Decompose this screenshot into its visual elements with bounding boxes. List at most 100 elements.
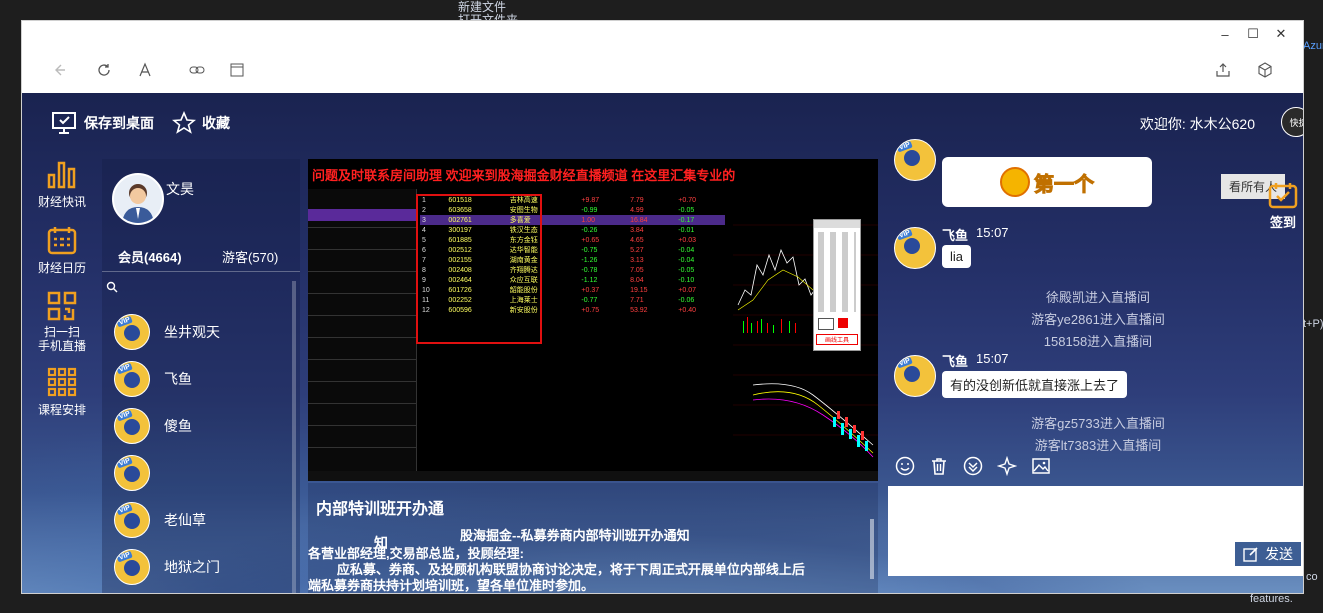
- member-name: 傻鱼: [164, 418, 192, 434]
- drawing-tools-popup[interactable]: 画线工具: [813, 219, 861, 351]
- notice-panel: 内部特训班开办通 知 股海掘金--私募券商内部特训班开办通知 各营业部经理,交易…: [308, 483, 878, 593]
- member-scrollbar[interactable]: [292, 281, 296, 593]
- tab-guests[interactable]: 游客(570): [222, 247, 278, 266]
- host-avatar[interactable]: [112, 173, 164, 225]
- table-cell: 8.04: [630, 276, 644, 284]
- list-item[interactable]: VIP: [114, 455, 164, 491]
- room-header: 保存到桌面 收藏 欢迎你: 水木公620 快捷键: [22, 93, 1303, 151]
- sparkle-icon[interactable]: [996, 455, 1018, 477]
- checkin-button[interactable]: 签到: [1263, 181, 1303, 231]
- nav-finance-news[interactable]: 财经快讯: [22, 161, 102, 210]
- font-icon[interactable]: [136, 61, 154, 79]
- table-cell: 7.71: [630, 296, 644, 304]
- table-cell: -0.06: [678, 296, 695, 304]
- favorite-label: 收藏: [202, 115, 230, 131]
- system-message: 游客gz5733进入直播间: [1031, 416, 1165, 431]
- list-item[interactable]: VIP 傻鱼: [114, 408, 192, 444]
- nav-scan-mobile[interactable]: 扫一扫 手机直播: [22, 291, 102, 353]
- live-video[interactable]: 问题及时联系房间助理 欢迎来到股海掘金财经直播频道 在这里汇集专业的 1 6015…: [308, 159, 878, 481]
- title-bar: – ☐ ✕: [22, 21, 1303, 47]
- table-cell: 3.84: [630, 226, 644, 234]
- table-cell: 3.13: [630, 256, 644, 264]
- msg-bubble: lia: [942, 245, 972, 268]
- minimize-button[interactable]: –: [1211, 25, 1239, 43]
- browser-window: – ☐ ✕ 保存到桌面 收藏 欢迎你: 水木公620 快 财经快讯 财经日历 扫…: [21, 20, 1304, 594]
- sticker-text: 第一个: [1034, 173, 1095, 196]
- back-icon[interactable]: [50, 61, 68, 79]
- table-cell: +0.37: [581, 286, 600, 294]
- table-cell: +0.65: [581, 236, 600, 244]
- save-to-desktop-label: 保存到桌面: [84, 115, 154, 131]
- monitor-icon: [52, 112, 76, 134]
- highlight-box: [416, 194, 542, 344]
- member-search[interactable]: [106, 281, 118, 296]
- system-message: 徐殿凯进入直播间: [1045, 290, 1150, 305]
- window-icon[interactable]: [228, 61, 246, 79]
- msg-time: 15:07: [976, 351, 1009, 366]
- vip-avatar: VIP: [114, 361, 150, 397]
- table-cell: -0.99: [581, 206, 598, 214]
- notice-title: 内部特训班开办通: [316, 501, 445, 518]
- qr-code-icon: [47, 291, 77, 321]
- tab-members[interactable]: 会员(4664): [118, 247, 182, 266]
- cube-icon[interactable]: [1256, 61, 1274, 79]
- side-text-co: co: [1306, 571, 1318, 583]
- user-avatar[interactable]: 快捷键: [1281, 107, 1303, 137]
- image-icon[interactable]: [1030, 455, 1052, 477]
- members-panel: 文昊 会员(4664) 游客(570) VIP 坐井观天 VIP 飞鱼 VIP …: [102, 159, 300, 593]
- table-cell: 53.92: [630, 306, 648, 314]
- list-item[interactable]: VIP 地狱之门: [114, 549, 220, 585]
- send-label: 发送: [1265, 546, 1293, 562]
- sticker-face-icon: [1000, 167, 1030, 197]
- notice-scrollbar[interactable]: [870, 519, 874, 579]
- table-cell: -0.05: [678, 206, 695, 214]
- maximize-button[interactable]: ☐: [1239, 25, 1267, 43]
- nav-course-schedule[interactable]: 课程安排: [22, 367, 102, 418]
- table-cell: -1.12: [581, 276, 598, 284]
- save-to-desktop-button[interactable]: 保存到桌面: [52, 111, 154, 135]
- member-name: 飞鱼: [164, 371, 192, 387]
- close-button[interactable]: ✕: [1267, 25, 1295, 43]
- calendar-check-icon: [1268, 183, 1298, 209]
- refresh-icon[interactable]: [95, 61, 113, 79]
- table-cell: +0.40: [678, 306, 697, 314]
- share-icon[interactable]: [1214, 61, 1232, 79]
- vip-avatar: VIP: [114, 314, 150, 350]
- vip-avatar: VIP: [114, 408, 150, 444]
- table-cell: -0.10: [678, 276, 695, 284]
- nav-finance-news-label: 财经快讯: [37, 195, 86, 209]
- vip-avatar: VIP: [894, 227, 936, 269]
- table-cell: 1.00: [581, 216, 596, 224]
- table-cell: -0.05: [678, 266, 695, 274]
- trash-icon[interactable]: [928, 455, 950, 477]
- vip-avatar: VIP: [114, 455, 150, 491]
- table-cell: -0.77: [581, 296, 598, 304]
- table-cell: -0.26: [581, 226, 598, 234]
- list-item[interactable]: VIP 坐井观天: [114, 314, 220, 350]
- msg-sender: 飞鱼: [942, 228, 969, 243]
- calendar-icon: [47, 227, 77, 255]
- video-banner: 问题及时联系房间助理 欢迎来到股海掘金财经直播频道 在这里汇集专业的: [312, 168, 736, 183]
- list-item[interactable]: VIP 飞鱼: [114, 361, 192, 397]
- favorite-button[interactable]: 收藏: [172, 111, 230, 135]
- edit-icon: [1243, 547, 1258, 562]
- member-tabs: 会员(4664) 游客(570): [102, 245, 300, 272]
- sticker-bubble: 第一个: [942, 157, 1152, 207]
- chat-panel: VIP 第一个 看所有人 签到 VIP 飞鱼 15:07 lia 徐殿凯进入直播…: [888, 139, 1303, 593]
- link-icon[interactable]: [188, 61, 206, 79]
- table-cell: 7.79: [630, 196, 644, 204]
- notice-subtitle: 股海掘金--私募券商内部特训班开办通知: [460, 528, 690, 543]
- nav-finance-calendar-label: 财经日历: [37, 261, 86, 275]
- table-cell: +0.07: [678, 286, 697, 294]
- vip-avatar: VIP: [894, 139, 936, 181]
- down-circle-icon[interactable]: [962, 455, 984, 477]
- nav-scan-mobile-label: 扫一扫 手机直播: [37, 325, 86, 353]
- editor-open-folder[interactable]: 打开文件夹: [458, 11, 518, 20]
- table-cell: 4.65: [630, 236, 644, 244]
- table-cell: -0.01: [678, 226, 695, 234]
- table-cell: 7.05: [630, 266, 644, 274]
- send-button[interactable]: 发送: [1235, 542, 1301, 566]
- smile-icon[interactable]: [894, 455, 916, 477]
- nav-finance-calendar[interactable]: 财经日历: [22, 225, 102, 276]
- list-item[interactable]: VIP 老仙草: [114, 502, 206, 538]
